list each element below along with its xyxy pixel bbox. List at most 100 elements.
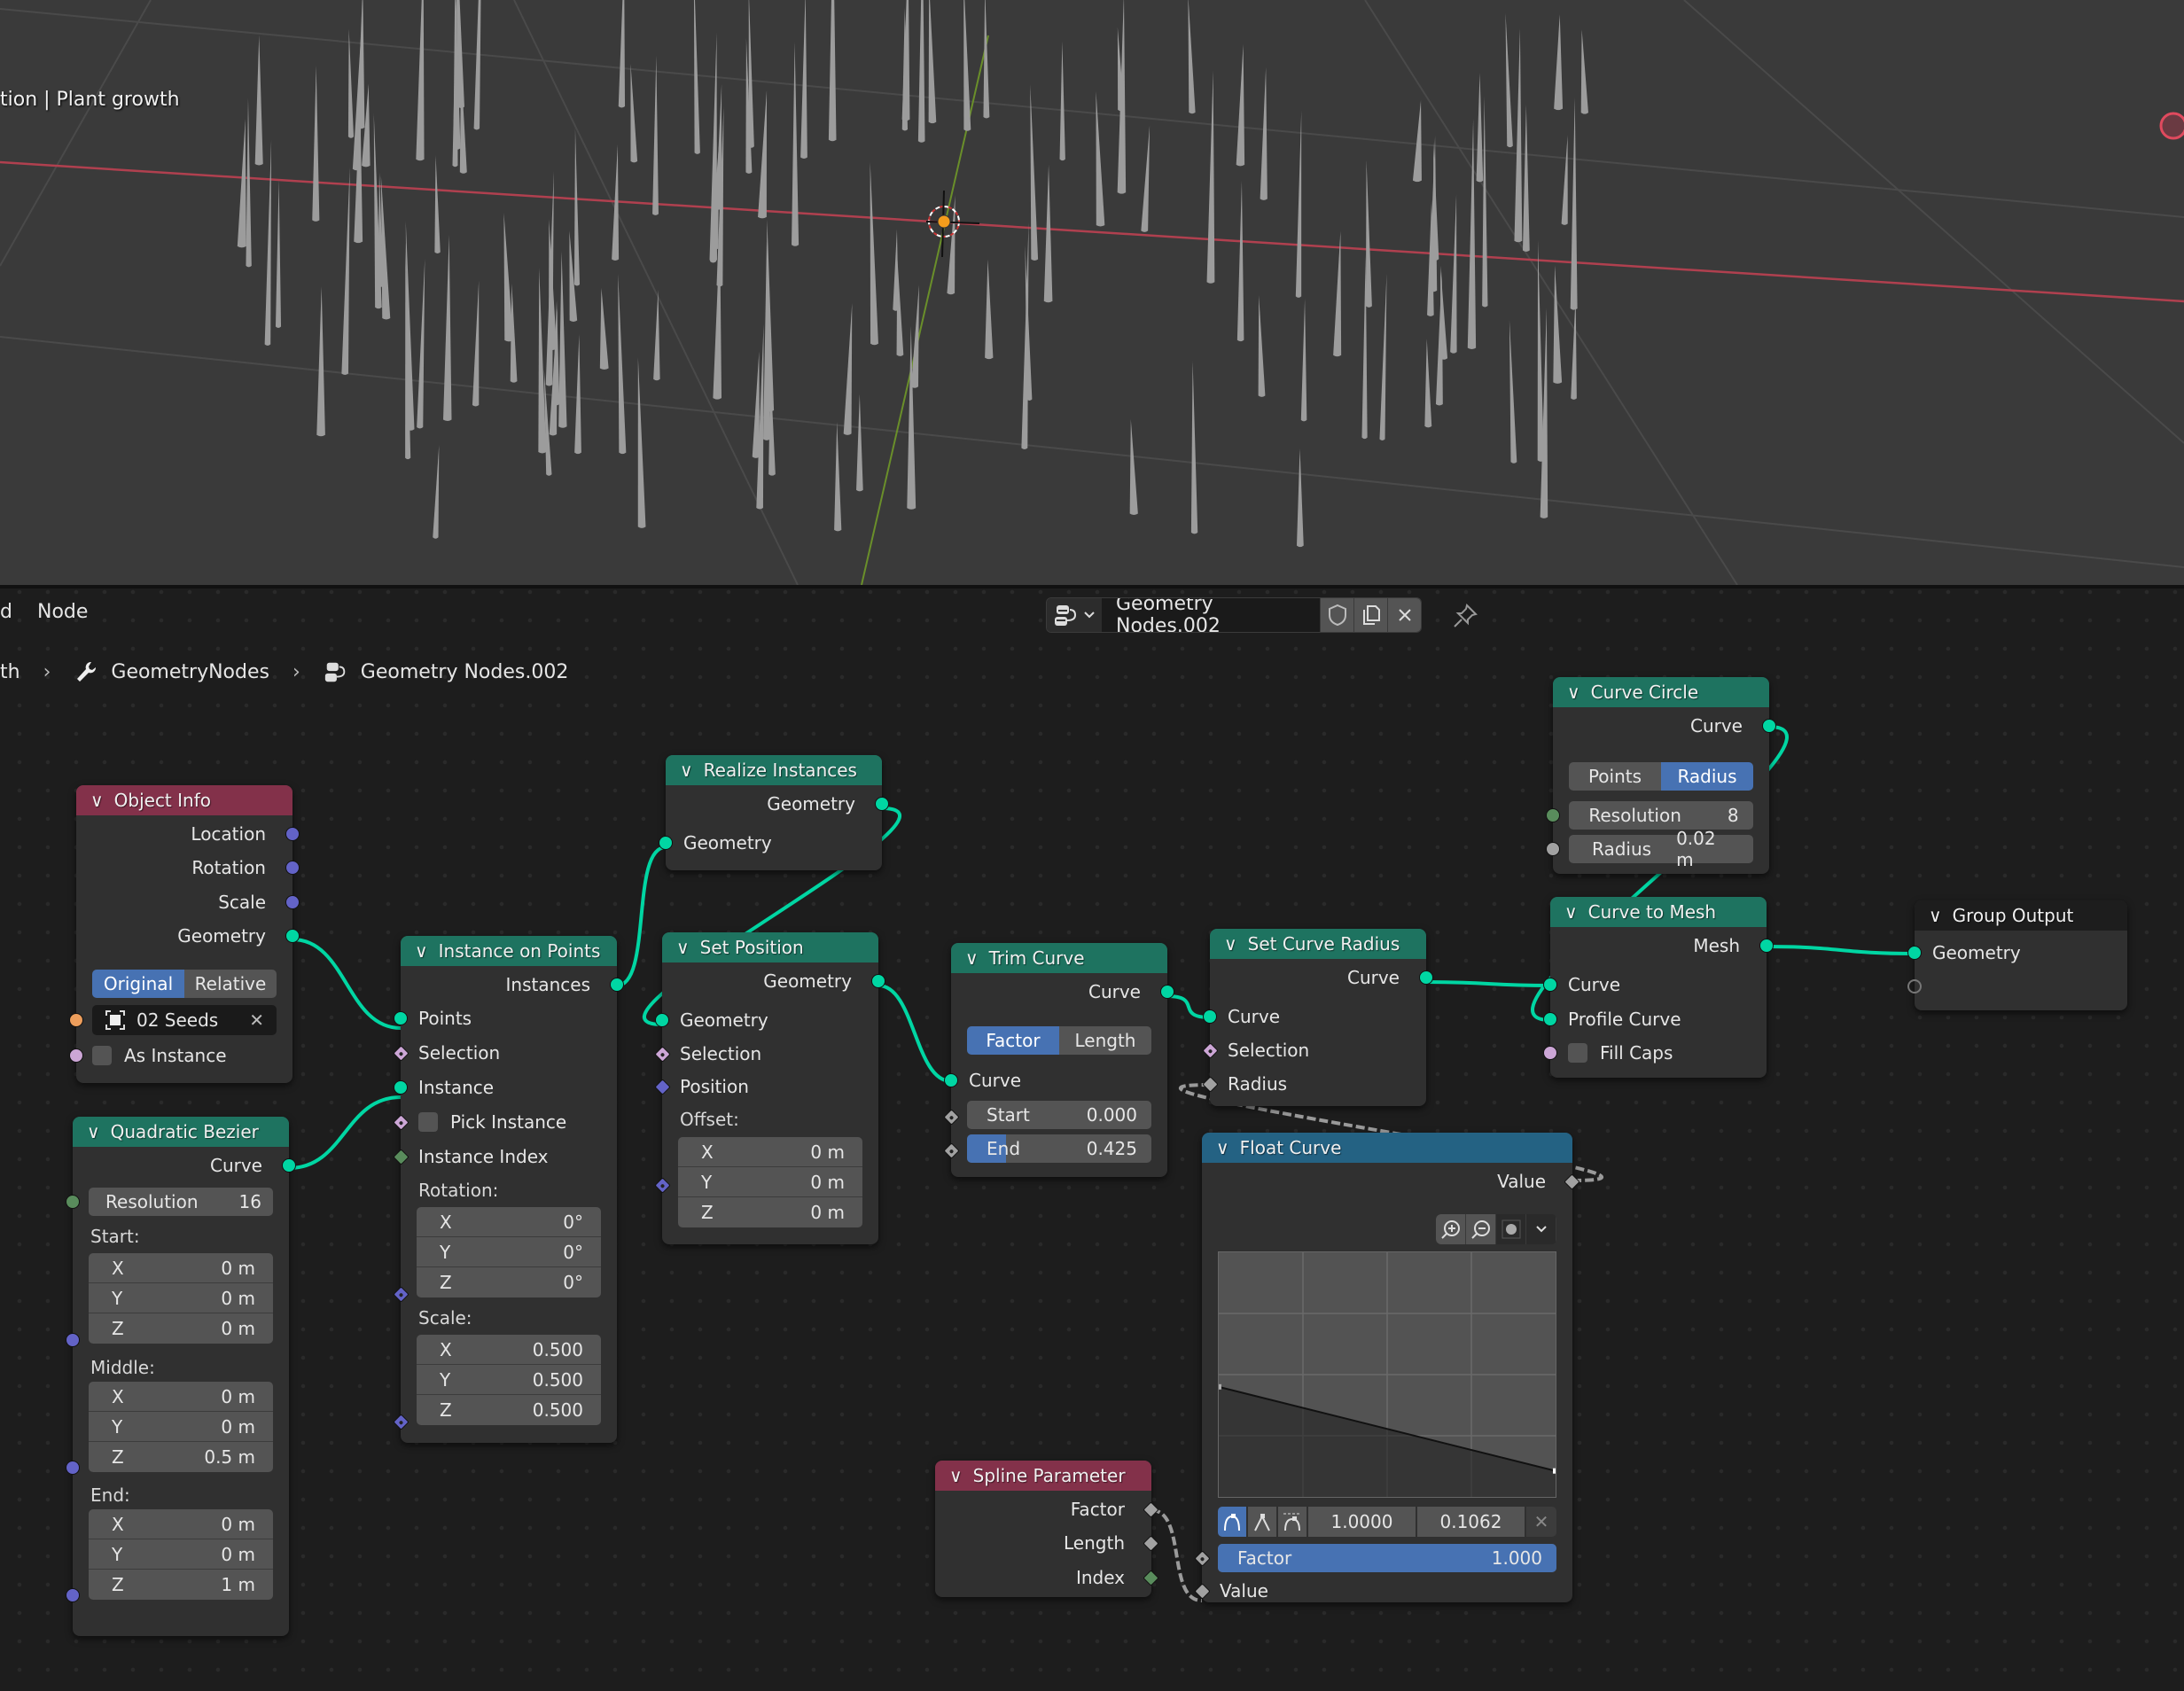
point-y-field[interactable]: 0.1062 (1417, 1507, 1525, 1537)
light-gizmo[interactable] (2159, 112, 2184, 140)
node-link[interactable] (288, 1095, 402, 1170)
collapse-chevron-icon[interactable]: ∨ (676, 937, 690, 958)
factor-slider[interactable]: Factor 1.000 (1218, 1544, 1556, 1572)
collapse-chevron-icon[interactable]: ∨ (1564, 901, 1578, 923)
float-field-socket-icon[interactable] (1143, 1534, 1159, 1552)
end-slider[interactable]: End 0.425 (967, 1134, 1151, 1163)
node-instance-on-points[interactable]: ∨ Instance on Points Instances Points Se… (393, 936, 624, 1443)
collapse-chevron-icon[interactable]: ∨ (1929, 905, 1942, 926)
node-header[interactable]: ∨ Curve to Mesh (1550, 897, 1767, 927)
menu-add[interactable]: d (0, 601, 12, 623)
geometry-socket-icon[interactable] (655, 1013, 669, 1027)
as-instance-checkbox[interactable] (92, 1046, 112, 1065)
node-header[interactable]: ∨ Set Curve Radius (1210, 929, 1426, 959)
geometry-socket-icon[interactable] (394, 1011, 408, 1025)
vector-field-socket-icon[interactable] (654, 1078, 671, 1095)
geometry-socket-icon[interactable] (944, 1073, 958, 1087)
vector-component-z[interactable]: Z 0 m (678, 1197, 862, 1227)
boolean-field-socket-icon[interactable] (654, 1045, 671, 1063)
curve-graph[interactable] (1216, 1251, 1558, 1498)
node-set-position[interactable]: ∨ Set Position Geometry Geometry Selecti… (654, 932, 885, 1244)
pin-button[interactable] (1452, 603, 1478, 633)
unlink-tree-button[interactable] (1387, 598, 1421, 632)
node-realize-instances[interactable]: ∨ Realize Instances Geometry Geometry (659, 755, 889, 870)
fill-caps-checkbox[interactable] (1568, 1043, 1587, 1063)
geometry-socket-icon[interactable] (282, 1158, 296, 1173)
vector-component-x[interactable]: X 0 m (678, 1137, 862, 1167)
geometry-socket-icon[interactable] (1759, 939, 1774, 953)
geometry-socket-icon[interactable] (1203, 1009, 1217, 1024)
node-spline-parameter[interactable]: ∨ Spline Parameter Factor Length Index (935, 1461, 1159, 1597)
clipping-button[interactable] (1496, 1214, 1526, 1244)
node-curve-to-mesh[interactable]: ∨ Curve to Mesh Mesh Curve Profile Curve… (1543, 897, 1774, 1078)
node-link[interactable] (1766, 945, 1915, 955)
node-header[interactable]: ∨ Realize Instances (666, 755, 882, 785)
collapse-chevron-icon[interactable]: ∨ (1216, 1137, 1229, 1158)
geometry-socket-icon[interactable] (1419, 970, 1433, 985)
duplicate-tree-button[interactable] (1353, 598, 1387, 632)
collapse-chevron-icon[interactable]: ∨ (949, 1465, 963, 1486)
start-slider[interactable]: Start 0.000 (967, 1101, 1151, 1129)
zoom-out-button[interactable] (1466, 1214, 1496, 1244)
node-link[interactable] (616, 846, 667, 987)
vector-field-socket-icon[interactable] (654, 1177, 671, 1194)
node-header[interactable]: ∨ Object Info (76, 785, 292, 815)
geometry-socket-icon[interactable] (871, 974, 885, 988)
float-field-socket-icon[interactable] (1564, 1173, 1580, 1190)
object-field[interactable]: 02 Seeds ✕ (69, 1005, 277, 1035)
original-option[interactable]: Original (92, 970, 184, 998)
float-socket-icon[interactable] (1546, 842, 1560, 856)
curve-options-menu[interactable] (1526, 1214, 1556, 1244)
delete-point-button[interactable]: ✕ (1526, 1507, 1556, 1537)
vector-component-x[interactable]: X 0 m (89, 1509, 273, 1539)
node-tree-selector[interactable]: Geometry Nodes.002 (1046, 597, 1422, 633)
fake-user-button[interactable] (1320, 598, 1353, 632)
collapse-chevron-icon[interactable]: ∨ (1224, 933, 1237, 955)
collapse-chevron-icon[interactable]: ∨ (415, 940, 428, 962)
vector-component-x[interactable]: X 0.500 (417, 1335, 601, 1365)
integer-socket-icon[interactable] (66, 1195, 80, 1209)
geometry-socket-icon[interactable] (1543, 978, 1557, 992)
boolean-socket-icon[interactable] (1543, 1046, 1557, 1060)
collapse-chevron-icon[interactable]: ∨ (90, 790, 104, 811)
vector-component-y[interactable]: Y 0° (417, 1237, 601, 1267)
vector-component-x[interactable]: X 0° (417, 1207, 601, 1237)
breadcrumb-node-tree[interactable]: Geometry Nodes.002 (361, 661, 569, 683)
vector-socket-icon[interactable] (285, 895, 300, 909)
node-header[interactable]: ∨ Set Position (662, 932, 878, 962)
auto-handle-button[interactable] (1218, 1507, 1246, 1537)
node-link[interactable] (1150, 1508, 1203, 1602)
vector-handle-button[interactable] (1248, 1507, 1276, 1537)
geometry-socket-icon[interactable] (1762, 719, 1776, 733)
float-field-socket-icon[interactable] (943, 1142, 960, 1159)
node-header[interactable]: ∨ Spline Parameter (935, 1461, 1151, 1491)
vector-component-x[interactable]: X 0 m (89, 1253, 273, 1283)
breadcrumb-object[interactable]: th (0, 661, 20, 683)
geometry-socket-icon[interactable] (875, 797, 889, 811)
vector-component-x[interactable]: X 0 m (89, 1382, 273, 1412)
vector-socket-icon[interactable] (285, 861, 300, 875)
relative-option[interactable]: Relative (184, 970, 277, 998)
vector-component-z[interactable]: Z 0 m (89, 1313, 273, 1344)
node-editor[interactable]: d Node Geometry Nodes.002 th › GeometryN… (0, 588, 2184, 1691)
vector-component-z[interactable]: Z 0° (417, 1267, 601, 1297)
curve-control-point[interactable] (1216, 1383, 1221, 1390)
pick-instance-checkbox[interactable] (418, 1112, 438, 1132)
node-tree-name-field[interactable]: Geometry Nodes.002 (1102, 598, 1320, 632)
factor-option[interactable]: Factor (967, 1026, 1059, 1055)
node-group-output[interactable]: ∨ Group Output Geometry (1907, 900, 2127, 1010)
node-tree-browse-button[interactable] (1047, 598, 1102, 632)
boolean-field-socket-icon[interactable] (393, 1044, 410, 1062)
float-field-socket-icon[interactable] (1194, 1550, 1211, 1567)
float-field-socket-icon[interactable] (1202, 1075, 1219, 1093)
vector-component-y[interactable]: Y 0 m (89, 1283, 273, 1313)
menu-node[interactable]: Node (37, 601, 88, 623)
empty-socket-icon[interactable] (1907, 979, 1922, 994)
boolean-socket-icon[interactable] (69, 1048, 83, 1063)
vector-component-y[interactable]: Y 0 m (678, 1167, 862, 1197)
zoom-in-button[interactable] (1436, 1214, 1466, 1244)
resolution-field[interactable]: Resolution 16 (66, 1188, 273, 1216)
node-set-curve-radius[interactable]: ∨ Set Curve Radius Curve Curve Selection… (1202, 929, 1433, 1106)
vector-socket-icon[interactable] (285, 827, 300, 841)
collapse-chevron-icon[interactable]: ∨ (680, 760, 693, 781)
